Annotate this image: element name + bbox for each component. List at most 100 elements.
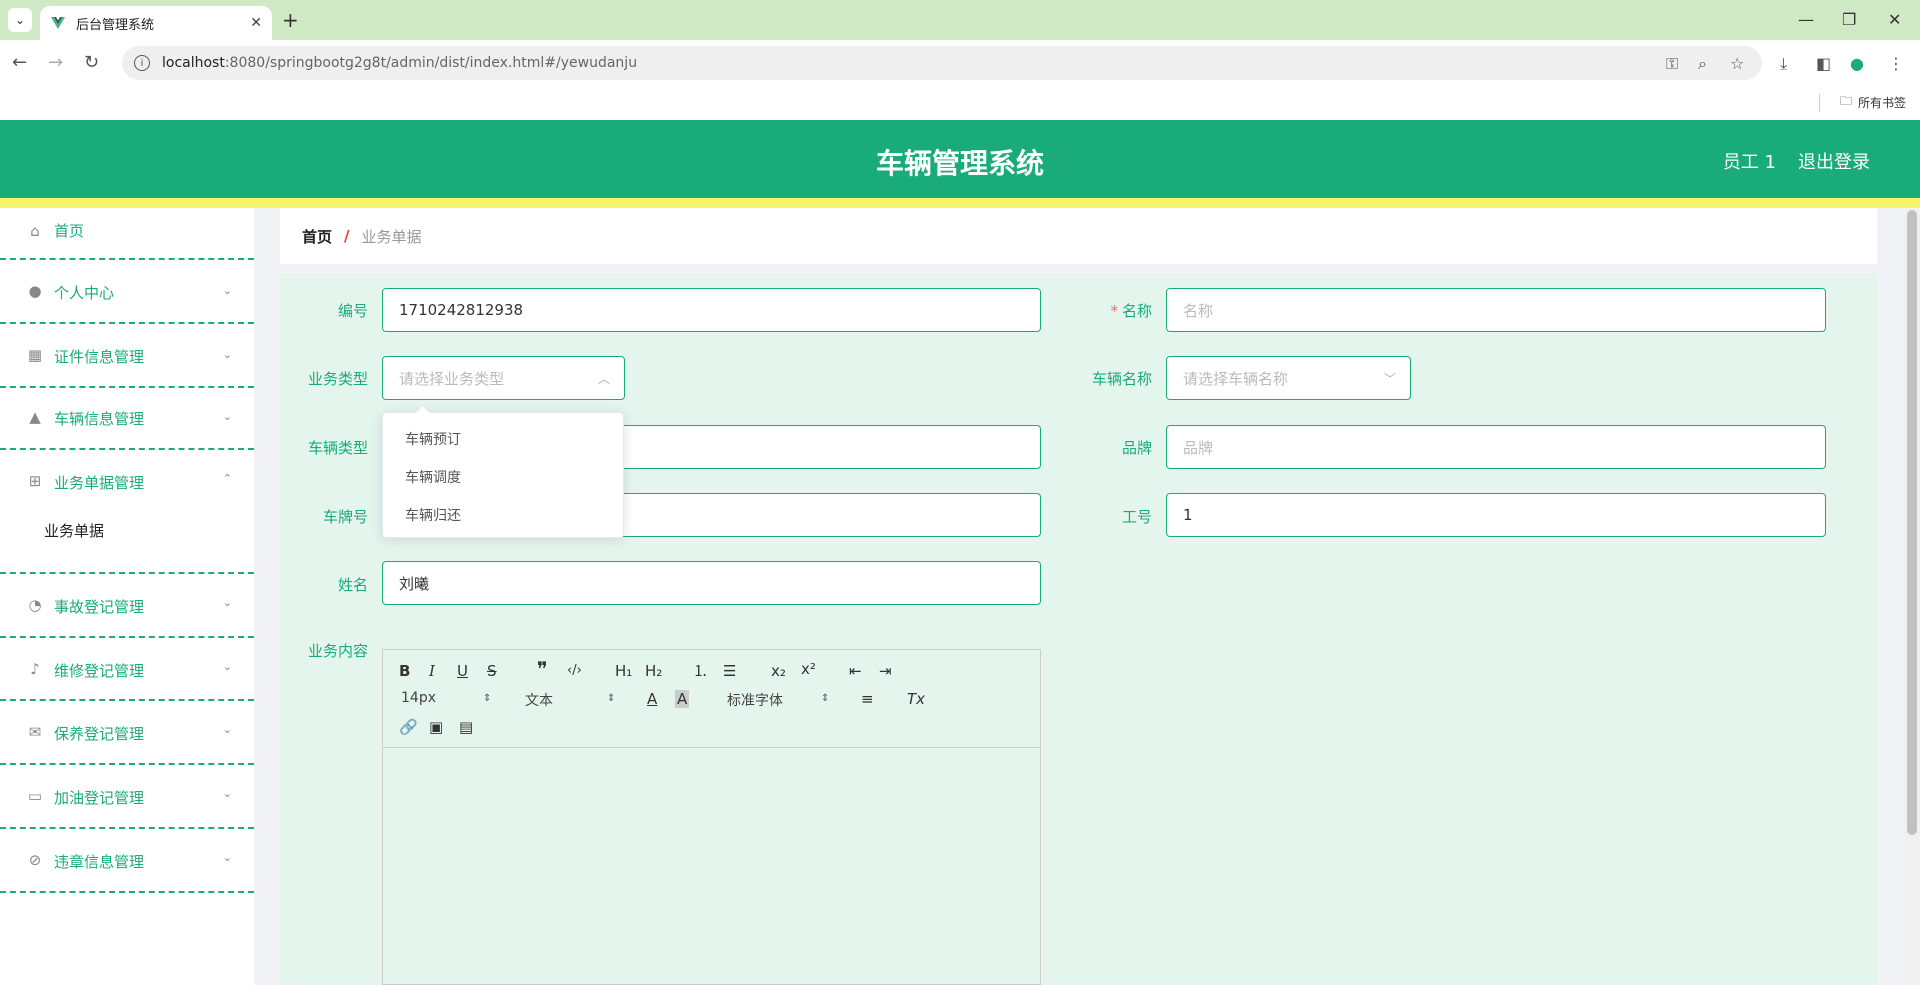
address-bar[interactable]: i localhost:8080/springbootg2g8t/admin/d… bbox=[122, 46, 1762, 80]
image-icon[interactable]: ▣ bbox=[429, 718, 443, 736]
download-icon[interactable]: ⤓ bbox=[1780, 54, 1787, 74]
sidebar-item-maintenance[interactable]: ✉ 保养登记管理 ⌄ bbox=[0, 701, 254, 765]
page-scrollbar[interactable] bbox=[1904, 208, 1920, 985]
grid-icon: ▦ bbox=[27, 346, 43, 364]
chevron-down-icon: ⌄ bbox=[222, 348, 232, 361]
editor-toolbar: B I U S ❞ ‹/› H₁ H₂ ⒈ ☰ x₂ x² ⇤ ⇥ 14px ⇕… bbox=[383, 650, 1040, 748]
header-select[interactable]: 文本 ⇕ bbox=[525, 690, 617, 710]
zoom-icon[interactable]: ⌕ bbox=[1698, 54, 1707, 74]
side-panel-icon[interactable]: ◧ bbox=[1816, 54, 1831, 73]
window-close-icon[interactable]: ✕ bbox=[1888, 8, 1901, 32]
cheliangleixing-label: 车辆类型 bbox=[307, 439, 368, 457]
forward-icon[interactable]: → bbox=[48, 53, 63, 73]
bold-icon[interactable]: B bbox=[399, 662, 410, 680]
sidebar-item-business-docs[interactable]: ⊞ 业务单据管理 ⌃ bbox=[0, 450, 254, 512]
bookmark-star-icon[interactable]: ☆ bbox=[1730, 54, 1744, 73]
new-tab-icon[interactable]: + bbox=[282, 8, 299, 32]
mingcheng-input[interactable]: 名称 bbox=[1166, 288, 1826, 332]
cheliangmingcheng-label: 车辆名称 bbox=[1091, 370, 1152, 388]
microphone-icon: ♪ bbox=[30, 660, 40, 678]
gauge-icon: ◔ bbox=[28, 596, 42, 614]
indent-icon[interactable]: ⇥ bbox=[879, 662, 892, 680]
browser-tabbar: ⌄ 后台管理系统 ✕ + — ❐ ✕ bbox=[0, 0, 1920, 40]
text-color-icon[interactable]: A bbox=[647, 690, 657, 708]
breadcrumb-current: 业务单据 bbox=[361, 227, 422, 246]
chevron-down-icon: ⌄ bbox=[222, 410, 232, 423]
chevron-down-icon: ⌄ bbox=[222, 851, 232, 864]
blockquote-icon[interactable]: ❞ bbox=[537, 659, 548, 679]
underline-icon[interactable]: U bbox=[457, 662, 468, 680]
back-icon[interactable]: ← bbox=[12, 53, 27, 73]
pinpai-input[interactable]: 品牌 bbox=[1166, 425, 1826, 469]
all-bookmarks-button[interactable]: 🗀 所有书签 bbox=[1840, 92, 1906, 113]
strikethrough-icon[interactable]: S bbox=[487, 662, 497, 680]
bookmarks-separator bbox=[1819, 94, 1820, 112]
reload-icon[interactable]: ↻ bbox=[84, 53, 99, 73]
sidebar-item-vehicle-info[interactable]: ▲ 车辆信息管理 ⌄ bbox=[0, 388, 254, 450]
browser-tab-active[interactable]: 后台管理系统 ✕ bbox=[40, 6, 272, 40]
sidebar-item-accident[interactable]: ◔ 事故登记管理 ⌄ bbox=[0, 574, 254, 638]
video-icon[interactable]: ▤ bbox=[459, 718, 473, 736]
clear-format-icon[interactable]: Tx bbox=[907, 690, 925, 708]
sidebar-item-repair[interactable]: ♪ 维修登记管理 ⌄ bbox=[0, 638, 254, 701]
header-1-icon[interactable]: H₁ bbox=[615, 662, 632, 680]
sidebar-subitem-business-doc[interactable]: 业务单据 bbox=[0, 512, 254, 574]
ordered-list-icon[interactable]: ⒈ bbox=[693, 662, 708, 680]
font-size-select[interactable]: 14px ⇕ bbox=[401, 690, 493, 706]
scrollbar-thumb[interactable] bbox=[1907, 210, 1917, 835]
minimize-icon[interactable]: — bbox=[1798, 8, 1814, 32]
tab-list-button[interactable]: ⌄ bbox=[8, 8, 32, 32]
superscript-icon[interactable]: x² bbox=[801, 660, 816, 678]
logout-button[interactable]: 退出登录 bbox=[1798, 148, 1870, 174]
sidebar-item-refuel[interactable]: ▭ 加油登记管理 ⌄ bbox=[0, 765, 254, 829]
menu-kebab-icon[interactable]: ⋮ bbox=[1888, 54, 1904, 73]
sidebar-item-home[interactable]: ⌂ 首页 bbox=[0, 208, 254, 260]
gonghao-input[interactable]: 1 bbox=[1166, 493, 1826, 537]
vue-logo-icon bbox=[51, 17, 65, 29]
bianhao-label: 编号 bbox=[337, 302, 368, 320]
subscript-icon[interactable]: x₂ bbox=[771, 662, 786, 680]
tab-title: 后台管理系统 bbox=[76, 17, 155, 33]
outdent-icon[interactable]: ⇤ bbox=[849, 662, 862, 680]
password-key-icon[interactable]: ⚿ bbox=[1666, 54, 1678, 74]
bullet-list-icon[interactable]: ☰ bbox=[723, 662, 736, 680]
apps-icon: ⊞ bbox=[28, 472, 42, 490]
profile-avatar-icon[interactable]: ● bbox=[1850, 54, 1864, 73]
dropdown-option-reserve[interactable]: 车辆预订 bbox=[383, 421, 623, 459]
updown-arrow-icon: ⇕ bbox=[607, 693, 616, 704]
dropdown-option-dispatch[interactable]: 车辆调度 bbox=[383, 459, 623, 497]
header-2-icon[interactable]: H₂ bbox=[645, 662, 662, 680]
url-text: localhost:8080/springbootg2g8t/admin/dis… bbox=[162, 55, 638, 71]
dropdown-option-return[interactable]: 车辆归还 bbox=[383, 497, 623, 535]
link-icon[interactable]: 🔗 bbox=[399, 718, 418, 736]
sidebar: ⌂ 首页 ● 个人中心 ⌄ ▦ 证件信息管理 ⌄ ▲ 车辆信息管理 ⌄ ⊞ 业务… bbox=[0, 208, 254, 985]
italic-icon[interactable]: I bbox=[429, 662, 435, 680]
cheliangmingcheng-select[interactable]: 请选择车辆名称 ﹀ bbox=[1166, 356, 1411, 400]
bianhao-input[interactable]: 1710242812938 bbox=[382, 288, 1041, 332]
close-icon[interactable]: ✕ bbox=[250, 15, 262, 31]
xingming-input[interactable]: 刘曦 bbox=[382, 561, 1041, 605]
updown-arrow-icon: ⇕ bbox=[821, 693, 830, 704]
app-title: 车辆管理系统 bbox=[875, 147, 1044, 180]
chevron-down-icon: ⌄ bbox=[222, 787, 232, 800]
site-info-icon[interactable]: i bbox=[134, 55, 150, 71]
sidebar-item-certificate[interactable]: ▦ 证件信息管理 ⌄ bbox=[0, 324, 254, 388]
current-user[interactable]: 员工 1 bbox=[1723, 148, 1776, 174]
sidebar-item-personal-center[interactable]: ● 个人中心 ⌄ bbox=[0, 260, 254, 324]
restore-icon[interactable]: ❐ bbox=[1842, 8, 1856, 32]
yewuleixing-label: 业务类型 bbox=[307, 370, 368, 388]
breadcrumb-home[interactable]: 首页 bbox=[302, 226, 332, 247]
chevron-down-icon: ⌄ bbox=[222, 723, 232, 736]
chevron-down-icon: ⌄ bbox=[222, 660, 232, 673]
user-icon: ● bbox=[28, 282, 42, 300]
bookmarks-bar: 🗀 所有书签 bbox=[0, 86, 1920, 120]
code-block-icon[interactable]: ‹/› bbox=[567, 662, 582, 680]
background-color-icon[interactable]: A bbox=[675, 690, 690, 708]
mingcheng-label: * 名称 bbox=[1110, 302, 1152, 320]
yewuleixing-select[interactable]: 请选择业务类型 ︿ bbox=[382, 356, 625, 400]
pinpai-label: 品牌 bbox=[1121, 439, 1152, 457]
align-icon[interactable]: ≡ bbox=[861, 690, 874, 708]
font-family-select[interactable]: 标准字体 ⇕ bbox=[727, 690, 830, 710]
yewuleixing-dropdown: 车辆预订 车辆调度 车辆归还 bbox=[382, 412, 624, 538]
sidebar-item-violation[interactable]: ⊘ 违章信息管理 ⌄ bbox=[0, 829, 254, 893]
